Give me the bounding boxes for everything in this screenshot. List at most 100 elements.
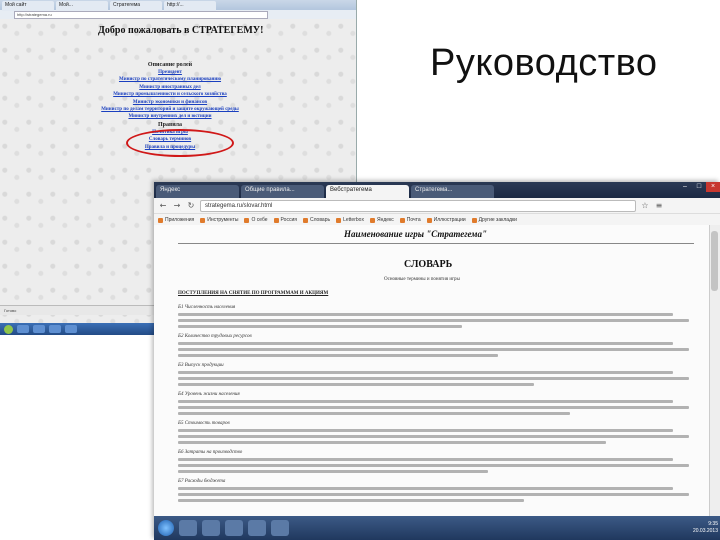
clock[interactable]: 9:35 20.03.2013 — [693, 521, 718, 535]
role-link[interactable]: Министр иностранных дел — [100, 84, 240, 91]
entry-text-line — [178, 354, 498, 357]
taskbar-app-icon[interactable] — [202, 520, 220, 536]
entry-text-line — [178, 435, 689, 438]
front-tab[interactable]: Общие правила... — [241, 185, 324, 198]
forward-arrow-icon[interactable]: → — [172, 201, 182, 210]
bookmark-icon — [369, 217, 375, 223]
role-link[interactable]: Министр внутренних дел и юстиции — [100, 113, 240, 120]
maximize-button[interactable]: □ — [692, 182, 706, 192]
bookmark[interactable]: Иллюстрации — [426, 217, 466, 223]
role-link[interactable]: Министр по делам территорий и защите окр… — [100, 106, 240, 113]
dictionary-entry: Б2 Количество трудовых ресурсов — [178, 334, 694, 360]
entry-text-line — [178, 377, 689, 380]
entry-text-line — [178, 499, 524, 502]
entry-text-line — [178, 412, 571, 415]
front-tab[interactable]: Яндекс — [156, 185, 239, 198]
back-tab-strip: Мой сайт Мой... Стратегема http://... — [0, 0, 356, 11]
entry-text-line — [178, 313, 674, 316]
bookmark[interactable]: О себе — [244, 217, 268, 223]
taskbar-app-icon[interactable] — [179, 520, 197, 536]
bookmark-icon — [399, 217, 405, 223]
bookmark[interactable]: Другие закладки — [471, 217, 517, 223]
entry-text-line — [178, 348, 689, 351]
bookmark[interactable]: Приложения — [158, 217, 194, 223]
star-icon[interactable]: ☆ — [640, 201, 650, 210]
scrollbar[interactable] — [709, 225, 720, 516]
clock-date: 20.03.2013 — [692, 528, 718, 534]
front-browser-window: Яндекс Общие правила... Вебстратегема Ст… — [154, 182, 720, 540]
front-tab-active[interactable]: Вебстратегема — [326, 185, 409, 198]
bookmark[interactable]: Россия — [273, 217, 297, 223]
intro-link[interactable]: ПОСТУПЛЕНИЯ НА СНЯТИЕ ПО ПРОГРАММАМ И АК… — [178, 291, 328, 296]
entry-text-line — [178, 493, 689, 496]
bookmark-label: Словарь — [309, 217, 331, 223]
taskbar-app-icon[interactable] — [17, 325, 29, 333]
bookmark-icon — [336, 217, 342, 223]
back-tab[interactable]: Мой сайт — [2, 1, 54, 11]
role-link[interactable]: Министр промышленности и сельского хозяй… — [100, 91, 240, 98]
back-tab[interactable]: Мой... — [56, 1, 108, 11]
bookmark[interactable]: Почта — [399, 217, 421, 223]
role-link[interactable]: Министр экономики и финансов — [100, 99, 240, 106]
role-link[interactable]: Президент — [100, 69, 240, 76]
clock-time: 9:35 — [708, 521, 718, 527]
taskbar-app-icon[interactable] — [248, 520, 266, 536]
url-input[interactable]: strategema.ru/slovar.html — [200, 199, 636, 212]
highlight-circle — [126, 129, 234, 157]
bookmark[interactable]: Letterbox — [336, 217, 364, 223]
bookmark[interactable]: Инструменты — [200, 217, 238, 223]
reload-icon[interactable]: ↻ — [186, 201, 196, 210]
role-link[interactable]: Министр по стратегическому планированию — [100, 76, 240, 83]
entry-text-line — [178, 406, 689, 409]
entry-heading: Б3 Выпуск продукции — [178, 363, 224, 368]
entry-text-line — [178, 458, 674, 461]
entry-text-line — [178, 429, 674, 432]
entry-text-line — [178, 325, 462, 328]
front-tab[interactable]: Стратегема... — [411, 185, 494, 198]
dictionary-entry: Б3 Выпуск продукции — [178, 363, 694, 389]
doc-title: Наименование игры "Стратегема" — [344, 229, 487, 239]
bookmark-label: Другие закладки — [478, 217, 517, 223]
back-url-input[interactable]: http://strategema.ru — [14, 10, 268, 19]
taskbar: 9:35 20.03.2013 — [154, 516, 720, 540]
entry-heading: Б7 Расходы бюджета — [178, 479, 226, 484]
start-button-icon[interactable] — [4, 324, 13, 334]
entry-heading: Б5 Стоимость товаров — [178, 421, 230, 426]
menu-icon[interactable]: ≡ — [654, 201, 664, 210]
entry-text-line — [178, 319, 689, 322]
start-button-icon[interactable] — [158, 520, 174, 536]
scrollbar-thumb[interactable] — [711, 231, 718, 291]
bookmark-icon — [302, 217, 308, 223]
bookmark-icon — [426, 217, 432, 223]
minimize-button[interactable]: – — [678, 182, 692, 192]
dictionary-entry: Б6 Затраты на производство — [178, 450, 694, 476]
dictionary-page: Наименование игры "Стратегема" СЛОВАРЬ О… — [154, 225, 710, 516]
slide-title: Руководство — [430, 42, 658, 84]
bookmark-label: Инструменты — [207, 217, 239, 223]
entry-heading: Б4 Уровень жизни населения — [178, 392, 240, 397]
entry-text-line — [178, 441, 607, 444]
taskbar-app-icon[interactable] — [33, 325, 45, 333]
section-roles: Описание ролей — [147, 62, 193, 68]
dictionary-entry: Б4 Уровень жизни населения — [178, 392, 694, 418]
close-button[interactable]: × — [706, 182, 720, 192]
front-tab-strip: Яндекс Общие правила... Вебстратегема Ст… — [154, 182, 720, 198]
entry-text-line — [178, 400, 674, 403]
back-tab[interactable]: http://... — [164, 1, 216, 11]
entry-text-line — [178, 464, 689, 467]
entry-text-line — [178, 383, 535, 386]
bookmark[interactable]: Словарь — [302, 217, 331, 223]
bookmark-label: Приложения — [165, 217, 195, 223]
taskbar-app-icon[interactable] — [271, 520, 289, 536]
taskbar-app-icon[interactable] — [65, 325, 77, 333]
back-tab[interactable]: Стратегема — [110, 1, 162, 11]
entry-text-line — [178, 487, 674, 490]
bookmark-icon — [273, 217, 279, 223]
taskbar-app-icon[interactable] — [49, 325, 61, 333]
section-rules: Правила — [157, 121, 183, 128]
bookmark[interactable]: Яндекс — [369, 217, 394, 223]
taskbar-app-icon[interactable] — [225, 520, 243, 536]
back-arrow-icon[interactable]: ← — [158, 201, 168, 210]
dictionary-entry: Б1 Численность населения — [178, 305, 694, 331]
bookmark-label: Иллюстрации — [433, 217, 466, 223]
